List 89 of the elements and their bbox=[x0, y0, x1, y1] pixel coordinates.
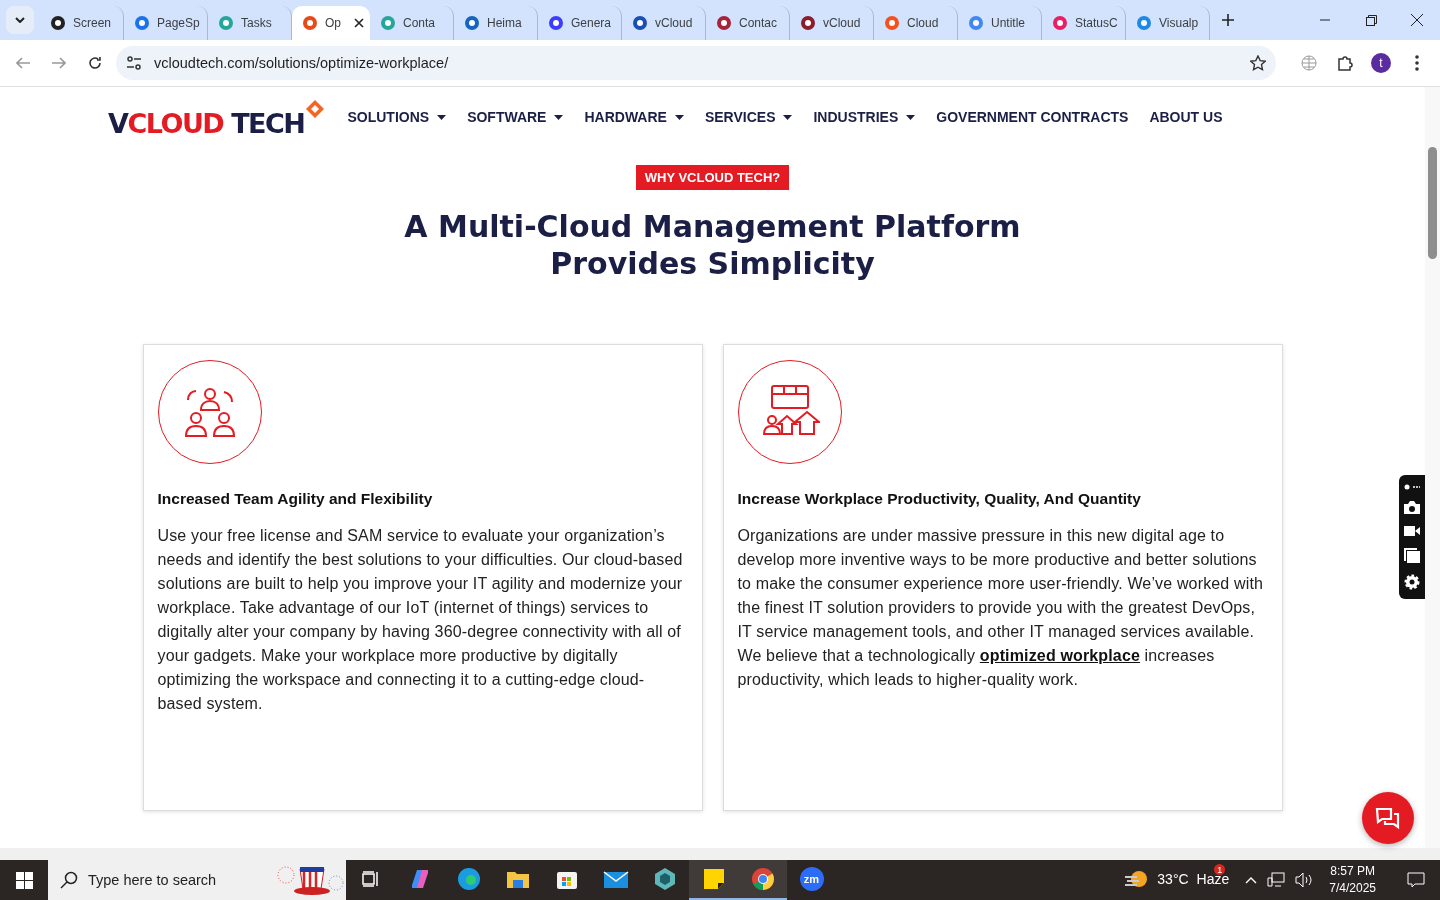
taskbar-app[interactable] bbox=[689, 860, 738, 900]
nav-link[interactable]: GOVERNMENT CONTRACTS bbox=[936, 109, 1129, 125]
card-title: Increased Team Agility and Flexibility bbox=[157, 490, 434, 508]
caret-icon bbox=[674, 114, 684, 120]
date-text: 7/4/2025 bbox=[1329, 880, 1376, 897]
text-link[interactable]: optimized workplace bbox=[979, 647, 1140, 664]
nav-link[interactable]: HARDWARE bbox=[584, 109, 684, 125]
message-icon bbox=[1407, 872, 1425, 888]
site-icon bbox=[380, 15, 396, 31]
bookmark-star-icon[interactable] bbox=[1250, 55, 1266, 71]
section-badge: WHY VCLOUD TECH? bbox=[635, 165, 790, 190]
windows-logo-icon bbox=[15, 871, 33, 889]
taskbar-app[interactable]: zm bbox=[787, 860, 836, 900]
hat-drawing bbox=[276, 863, 346, 897]
temperature-text: 33°C bbox=[1157, 871, 1189, 887]
close-icon[interactable] bbox=[354, 18, 364, 28]
speaker-icon[interactable] bbox=[1295, 872, 1314, 888]
windows-icon[interactable] bbox=[1404, 547, 1420, 563]
site-icon bbox=[884, 15, 900, 31]
site-settings-icon[interactable] bbox=[126, 56, 142, 70]
cube-icon bbox=[652, 867, 677, 891]
clock[interactable]: 8:57 PM 7/4/2025 bbox=[1323, 863, 1382, 897]
restore-icon bbox=[1365, 14, 1377, 26]
weather-widget[interactable]: 1 33°C Haze bbox=[1119, 860, 1236, 900]
task-view-icon bbox=[361, 871, 380, 887]
site-icon bbox=[464, 15, 480, 31]
caret-icon bbox=[783, 114, 793, 120]
site-icon bbox=[632, 15, 648, 31]
site-icon bbox=[716, 15, 732, 31]
url-text: vcloudtech.com/solutions/optimize-workplace/ bbox=[154, 55, 450, 71]
address-bar[interactable]: vcloudtech.com/solutions/optimize-workplace/ bbox=[116, 46, 1276, 80]
time-text: 8:57 PM bbox=[1330, 863, 1375, 880]
minimize-icon bbox=[1320, 19, 1330, 21]
plus-icon bbox=[1222, 14, 1234, 26]
chevron-down-icon bbox=[15, 17, 25, 23]
site-icon bbox=[968, 15, 984, 31]
taskbar-app[interactable] bbox=[738, 860, 787, 900]
nav-link[interactable]: SERVICES bbox=[704, 109, 793, 125]
chevron-up-icon[interactable] bbox=[1245, 876, 1258, 884]
zoom-icon: zm bbox=[799, 867, 824, 891]
forward-arrow-icon bbox=[52, 57, 66, 69]
chat-icon bbox=[1375, 807, 1401, 829]
site-icon bbox=[1052, 15, 1068, 31]
nav-link[interactable]: SOLUTIONS bbox=[347, 109, 447, 125]
search-icon bbox=[60, 871, 78, 889]
weather-icon bbox=[1125, 869, 1150, 889]
close-icon bbox=[1411, 14, 1423, 26]
search-placeholder: Type here to search bbox=[88, 872, 218, 888]
chrome-icon bbox=[750, 867, 775, 891]
site-logo[interactable]: VCLOUD TECH bbox=[108, 97, 305, 139]
reload-icon bbox=[88, 56, 102, 70]
edge-icon bbox=[456, 867, 481, 891]
taskbar-search-field[interactable]: Type here to search bbox=[48, 860, 346, 900]
card-text: Organizations are under massive pressure in this new digital age to develop more inventive ways to be more productive and better solutions to make the consumer experience more user-friendly. We’ve worked with the finest IT solution providers to provide you with the greatest DevOps, IT service management tools, and other IT managed services available. We believe that a technologically optimized workplace increases productivity, which leads to higher-quality work. bbox=[737, 526, 1265, 690]
puzzle-icon bbox=[1337, 55, 1353, 71]
caret-icon bbox=[437, 114, 447, 120]
card-title: Increase Workplace Productivity, Quality, And Quantity bbox=[737, 490, 1142, 508]
site-icon bbox=[800, 15, 816, 31]
mail-icon bbox=[602, 869, 629, 889]
logo-mark-icon bbox=[304, 97, 327, 120]
sticky-note-icon bbox=[702, 868, 725, 890]
scrollbar[interactable] bbox=[1425, 87, 1440, 848]
nav-link[interactable]: INDUSTRIES bbox=[813, 109, 916, 125]
site-icon bbox=[218, 15, 234, 31]
caret-icon bbox=[554, 114, 564, 120]
back-arrow-icon bbox=[16, 57, 30, 69]
site-icon bbox=[50, 15, 66, 31]
site-icon bbox=[134, 15, 150, 31]
more-icon[interactable] bbox=[1404, 484, 1420, 491]
notification-badge: 1 bbox=[1214, 864, 1226, 875]
horizontal-scrollbar[interactable] bbox=[0, 848, 1440, 860]
nav-link[interactable]: SOFTWARE bbox=[467, 109, 564, 125]
tab-list-button[interactable] bbox=[6, 6, 34, 34]
network-icon[interactable] bbox=[1267, 872, 1286, 888]
browser-tab[interactable]: Op bbox=[292, 6, 370, 40]
chat-button[interactable] bbox=[1362, 792, 1414, 844]
site-icon bbox=[1136, 15, 1152, 31]
folder-icon bbox=[505, 869, 530, 889]
nav-link[interactable]: ABOUT US bbox=[1149, 109, 1223, 125]
more-vertical-icon bbox=[1415, 55, 1419, 71]
site-icon bbox=[302, 15, 318, 31]
site-icon bbox=[548, 15, 564, 31]
card-text: Use your free license and SAM service to evaluate your organization’s needs and identify the best solutions to your difficulties. Our cloud-based solutions are built to help you improve your IT agility and modernize your workplace. Take advantage of our IoT (internet of things) services to digitally alter your company by having 360-degree connectivity with all of your gadgets. Make your workplace more productive by digitally optimizing the workspace and connecting it to a cutting-edge cloud-based system. bbox=[157, 526, 684, 714]
camera-icon[interactable] bbox=[1404, 501, 1420, 515]
settings-icon[interactable] bbox=[1404, 573, 1420, 590]
section-heading: A Multi-Cloud Management Platform Provides Simplicity bbox=[404, 208, 1021, 282]
globe-icon bbox=[1301, 55, 1317, 71]
caret-icon bbox=[906, 114, 916, 120]
video-camera-icon[interactable] bbox=[1404, 525, 1420, 537]
